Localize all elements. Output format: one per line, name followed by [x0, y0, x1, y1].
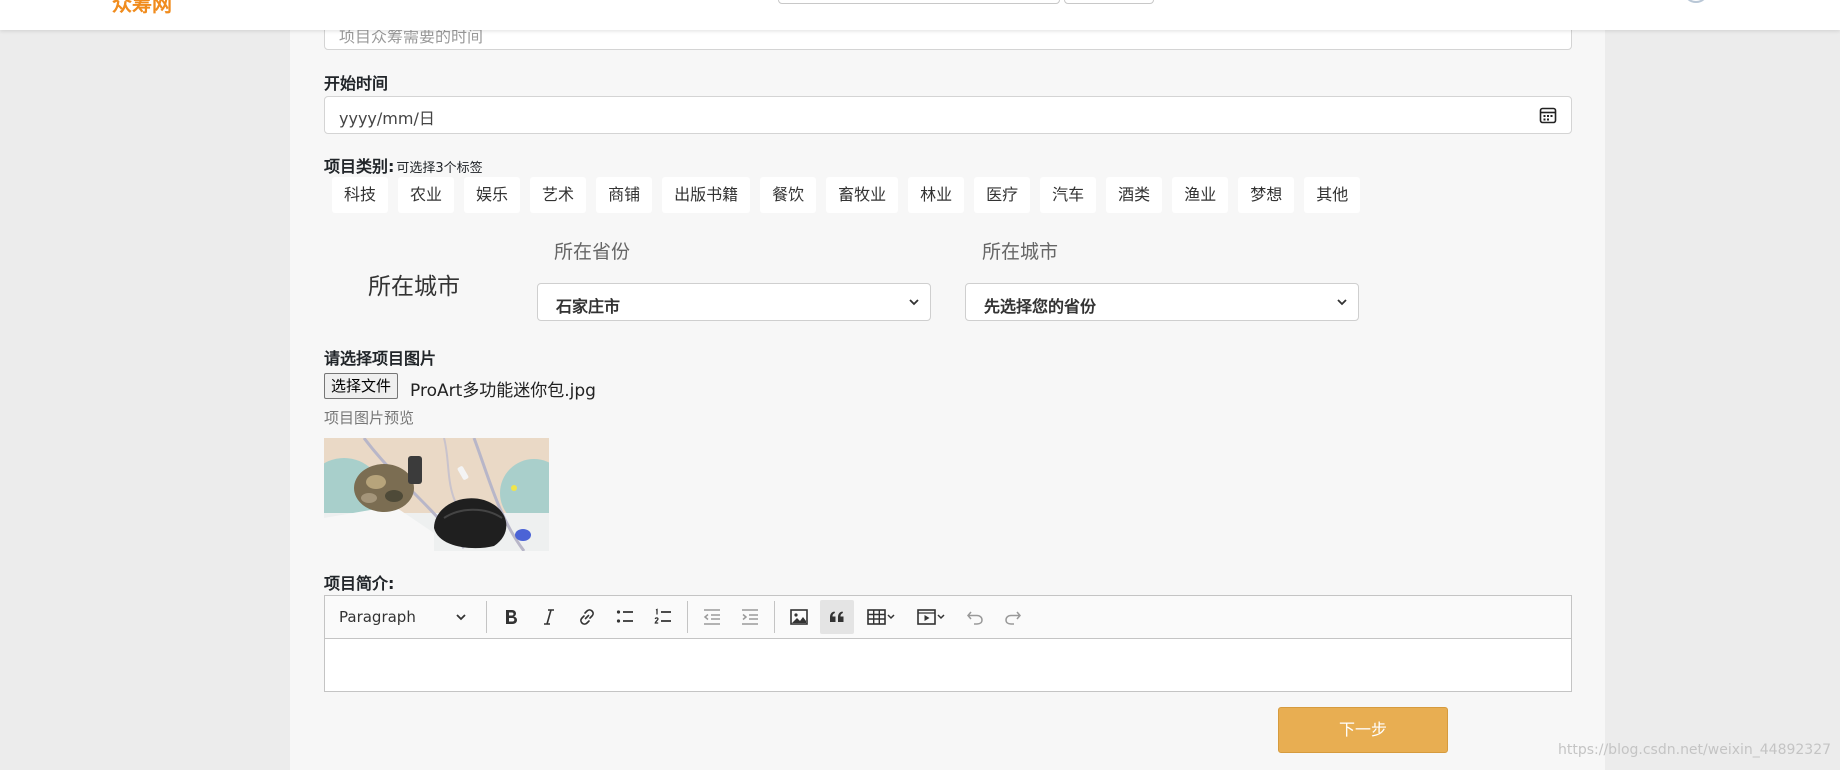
link-button[interactable] — [570, 600, 604, 634]
category-hint: 可选择3个标签 — [396, 161, 483, 176]
italic-button[interactable] — [532, 600, 566, 634]
next-step-button[interactable]: 下一步 — [1278, 707, 1448, 753]
block-quote-button[interactable] — [820, 600, 854, 634]
category-tag[interactable]: 梦想 — [1238, 177, 1295, 213]
category-tag[interactable]: 渔业 — [1172, 177, 1229, 213]
category-tag[interactable]: 餐饮 — [760, 177, 817, 213]
insert-media-button[interactable] — [908, 600, 954, 634]
category-tag[interactable]: 商铺 — [596, 177, 653, 213]
category-tags: 科技 农业 娱乐 艺术 商铺 出版书籍 餐饮 畜牧业 林业 医疗 汽车 酒类 渔… — [332, 177, 1370, 213]
image-icon — [790, 609, 808, 625]
chevron-down-icon — [909, 299, 919, 306]
brand-logo-text[interactable]: 众筹网 — [112, 0, 172, 17]
category-tag[interactable]: 娱乐 — [464, 177, 521, 213]
category-label: 项目类别: 可选择3个标签 — [324, 153, 483, 177]
insert-image-button[interactable] — [782, 600, 816, 634]
italic-icon — [544, 609, 554, 625]
undo-button[interactable] — [958, 600, 992, 634]
start-time-input[interactable]: yyyy/mm/日 — [324, 96, 1572, 134]
start-time-label: 开始时间 — [324, 74, 389, 93]
toolbar-separator — [486, 601, 487, 633]
quote-icon — [830, 611, 844, 622]
city-label: 所在城市 — [982, 241, 1059, 263]
category-tag[interactable]: 艺术 — [530, 177, 587, 213]
category-tag[interactable]: 出版书籍 — [662, 177, 751, 213]
province-selected-value: 石家庄市 — [556, 297, 621, 316]
bulleted-list-icon — [616, 610, 633, 623]
city-select[interactable]: 先选择您的省份 — [965, 283, 1359, 321]
category-tag[interactable]: 科技 — [332, 177, 389, 213]
bold-icon — [506, 610, 517, 624]
category-tag[interactable]: 农业 — [398, 177, 455, 213]
start-time-placeholder: yyyy/mm/日 — [339, 109, 435, 128]
top-header: 众筹网 — [0, 0, 1840, 30]
choose-file-button[interactable]: 选择文件 — [324, 373, 399, 399]
bold-button[interactable] — [494, 600, 528, 634]
image-label: 请选择项目图片 — [324, 349, 437, 368]
user-avatar-icon[interactable] — [1668, 0, 1710, 6]
editor-content-area[interactable] — [325, 639, 1571, 691]
indent-icon — [742, 609, 758, 625]
undo-icon — [967, 611, 983, 625]
category-tag[interactable]: 酒类 — [1106, 177, 1163, 213]
toolbar-separator — [774, 601, 775, 633]
redo-icon — [1005, 611, 1021, 625]
header-search-input[interactable] — [778, 0, 1060, 4]
category-tag[interactable]: 其他 — [1304, 177, 1361, 213]
province-label: 所在省份 — [554, 241, 631, 263]
category-label-text: 项目类别: — [324, 157, 395, 176]
city-selected-value: 先选择您的省份 — [984, 297, 1097, 316]
category-tag[interactable]: 畜牧业 — [826, 177, 899, 213]
rich-text-editor: Paragraph — [324, 595, 1572, 692]
toolbar-separator — [687, 601, 688, 633]
numbered-list-button[interactable] — [646, 600, 680, 634]
calendar-icon[interactable] — [1539, 106, 1557, 124]
intro-label: 项目简介: — [324, 574, 395, 593]
indent-button[interactable] — [733, 600, 767, 634]
numbered-list-icon — [654, 608, 671, 624]
header-search-button[interactable] — [1064, 0, 1154, 4]
media-icon — [917, 609, 945, 625]
editor-toolbar: Paragraph — [325, 596, 1571, 639]
chevron-down-icon — [456, 614, 466, 621]
province-select[interactable]: 石家庄市 — [537, 283, 931, 321]
heading-dropdown[interactable]: Paragraph — [331, 600, 481, 634]
bulleted-list-button[interactable] — [608, 600, 642, 634]
redo-button[interactable] — [996, 600, 1030, 634]
category-tag[interactable]: 汽车 — [1040, 177, 1097, 213]
outdent-icon — [703, 609, 720, 625]
image-preview-label: 项目图片预览 — [324, 409, 415, 427]
project-image-preview — [324, 438, 549, 551]
category-tag[interactable]: 林业 — [908, 177, 965, 213]
form-panel: 项目众筹需要的时间 开始时间 yyyy/mm/日 项目类别: 可选择3个标签 科技… — [290, 0, 1605, 770]
watermark-url: https://blog.csdn.net/weixin_44892327 — [1558, 742, 1832, 758]
insert-table-button[interactable] — [858, 600, 904, 634]
heading-dropdown-label: Paragraph — [339, 608, 416, 626]
link-icon — [580, 609, 594, 625]
city-section-label: 所在城市 — [368, 274, 460, 300]
category-tag[interactable]: 医疗 — [974, 177, 1031, 213]
chevron-down-icon — [1337, 299, 1347, 306]
selected-file-name: ProArt多功能迷你包.jpg — [410, 381, 596, 401]
outdent-button[interactable] — [695, 600, 729, 634]
table-icon — [867, 609, 895, 625]
